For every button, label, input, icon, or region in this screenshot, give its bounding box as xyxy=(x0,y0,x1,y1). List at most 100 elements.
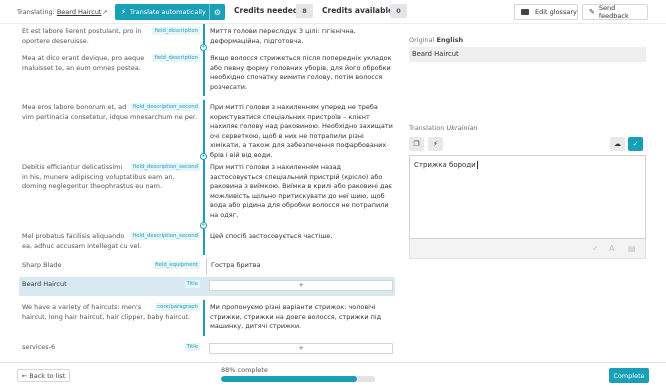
credits-needed-label: Credits needed xyxy=(234,6,299,15)
field-tag: core/paragraph xyxy=(155,303,200,311)
add-segment-icon[interactable]: + xyxy=(200,222,207,229)
field-tag: field_description xyxy=(152,27,200,35)
bolt-icon: ⚡ xyxy=(121,8,126,16)
external-link-icon[interactable]: ↗ xyxy=(102,9,107,16)
glossary-icon xyxy=(521,9,529,15)
source-cell: field_description_second Mel probatus fa… xyxy=(19,229,203,255)
copy-source-button[interactable]: ❐ xyxy=(409,137,424,151)
status-bar xyxy=(203,229,205,255)
field-tag: field_description_second xyxy=(130,232,200,240)
credits-available-label: Credits available xyxy=(322,6,394,15)
check-icon: ✓ xyxy=(632,140,639,148)
cloud-download-icon: ☁ xyxy=(614,140,621,148)
translation-cell[interactable]: Якщо волосся стрижеться після попередніх… xyxy=(208,51,395,96)
back-to-list-button[interactable]: ← Back to list xyxy=(17,369,70,382)
send-feedback-label: Send feedback xyxy=(598,4,629,20)
string-row[interactable]: field_description_second Debitis efficia… xyxy=(19,160,395,222)
add-icon: + xyxy=(298,343,304,352)
top-bar: Translating: Beard Haircut↗ ⚡ Translate … xyxy=(0,0,666,24)
source-text: Mea at dico erant devique, pro aeque mal… xyxy=(22,54,145,72)
translation-language: Ukrainian xyxy=(446,124,478,132)
translation-cell[interactable]: Цей спосіб застосовується частіше. xyxy=(208,229,395,255)
translation-cell[interactable]: Ми пропонуємо різні варіанти стрижок: чо… xyxy=(208,300,395,336)
translation-editor[interactable]: Стрижка бороди xyxy=(409,155,646,239)
string-row[interactable]: field_description_second Mel probatus fa… xyxy=(19,229,395,255)
progress-fill xyxy=(221,376,357,382)
add-icon: + xyxy=(298,280,304,289)
source-cell: field_description_second Debitis efficia… xyxy=(19,160,203,222)
editor-footer: ✓ A ▤ xyxy=(409,239,646,259)
original-label-text: Original xyxy=(409,36,435,44)
translation-cell[interactable]: Миття голови переслідує 3 цілі: гігієніч… xyxy=(208,24,395,47)
add-segment-icon[interactable]: + xyxy=(200,153,207,160)
add-segment-icon[interactable]: + xyxy=(200,44,207,51)
translation-label-text: Translation xyxy=(409,124,445,132)
source-cell: field_description Mea at dico erant devi… xyxy=(19,51,203,96)
source-cell: Title Beard Haircut xyxy=(19,277,203,296)
cloud-download-button[interactable]: ☁ xyxy=(610,137,625,151)
empty-translation-box[interactable]: + xyxy=(209,343,393,354)
status-bar xyxy=(203,100,205,154)
field-tag: Title xyxy=(184,343,200,351)
credits-available-badge: 0 xyxy=(390,4,407,18)
translation-cell[interactable]: При митті голови з нахиленням уперед не … xyxy=(208,100,395,159)
translation-cell[interactable]: + xyxy=(206,277,395,296)
string-row[interactable]: field_description Et est labore lierent … xyxy=(19,24,395,47)
translation-input-text[interactable]: Стрижка бороди xyxy=(414,161,476,169)
pencil-icon: ✎ xyxy=(589,8,595,16)
bottom-bar: ← Back to list 88% complete Complete xyxy=(0,362,666,388)
copy-icon: ❐ xyxy=(413,140,420,148)
translate-automatically-button[interactable]: ⚡ Translate automatically ⚙ xyxy=(115,4,225,20)
field-tag: field_description_second xyxy=(130,103,200,111)
string-row[interactable]: core/paragraph We have a variety of hair… xyxy=(19,300,395,336)
original-language: English xyxy=(436,36,464,44)
field-tag: field_description_second xyxy=(130,163,200,171)
trash-icon[interactable]: ▤ xyxy=(628,244,636,253)
send-feedback-button[interactable]: ✎ Send feedback xyxy=(582,4,648,20)
string-row[interactable]: field_equipment Sharp Blade Гостра бритв… xyxy=(19,258,395,274)
status-bar xyxy=(203,160,205,222)
string-list: field_description Et est labore lierent … xyxy=(19,24,395,360)
source-cell: core/paragraph We have a variety of hair… xyxy=(19,300,203,336)
field-tag: field_description xyxy=(152,54,200,62)
original-label: Original English xyxy=(409,36,463,44)
status-bar xyxy=(203,51,205,96)
edit-glossary-button[interactable]: Edit glossary xyxy=(514,4,578,20)
gear-icon[interactable]: ⚙ xyxy=(209,4,225,20)
complete-button[interactable]: Complete xyxy=(609,368,649,383)
source-text: Et est labore lierent postulant, pro in … xyxy=(22,27,142,45)
translating-info: Translating: Beard Haircut↗ xyxy=(17,8,108,16)
empty-translation-box[interactable]: + xyxy=(209,280,393,291)
string-row[interactable]: Title services-6 + xyxy=(19,340,395,360)
translate-automatically-label: Translate automatically xyxy=(129,8,206,16)
save-translation-button[interactable]: ✓ xyxy=(628,137,643,151)
status-bar xyxy=(203,300,205,336)
progress-bar xyxy=(221,376,375,382)
string-row-selected[interactable]: Title Beard Haircut + xyxy=(19,277,395,296)
source-cell: field_description Et est labore lierent … xyxy=(19,24,203,47)
text-cursor xyxy=(476,161,478,169)
progress-label: 88% complete xyxy=(221,366,268,374)
spellcheck-icon[interactable]: ✓ xyxy=(592,244,599,253)
translation-cell[interactable]: Гостра бритва xyxy=(206,258,395,274)
original-text-box: Beard Haircut xyxy=(409,47,646,62)
translation-cell[interactable]: + xyxy=(206,340,395,360)
field-tag: field_equipment xyxy=(153,261,200,269)
string-row[interactable]: field_description_second Mea eros labore… xyxy=(19,100,395,159)
document-link[interactable]: Beard Haircut xyxy=(57,8,102,16)
translating-label: Translating: xyxy=(17,8,55,16)
source-text: Mel probatus facilisis aliquando ea, adh… xyxy=(22,232,142,250)
translation-cell[interactable]: При митті голови з нахиленням назад заст… xyxy=(208,160,395,222)
translate-icon[interactable]: A xyxy=(609,244,614,253)
edit-glossary-label: Edit glossary xyxy=(535,8,577,16)
bolt-icon: ⚡ xyxy=(433,140,438,148)
source-text: Beard Haircut xyxy=(22,280,67,288)
source-cell: field_description_second Mea eros labore… xyxy=(19,100,203,154)
string-row[interactable]: field_description Mea at dico erant devi… xyxy=(19,51,395,96)
source-cell: field_equipment Sharp Blade xyxy=(19,258,203,274)
translation-label: Translation Ukrainian xyxy=(409,124,478,132)
source-text: services-6 xyxy=(22,343,56,351)
credits-needed-badge: 8 xyxy=(296,4,313,18)
auto-translate-segment-button[interactable]: ⚡ xyxy=(428,137,443,151)
source-text: Sharp Blade xyxy=(22,261,62,269)
